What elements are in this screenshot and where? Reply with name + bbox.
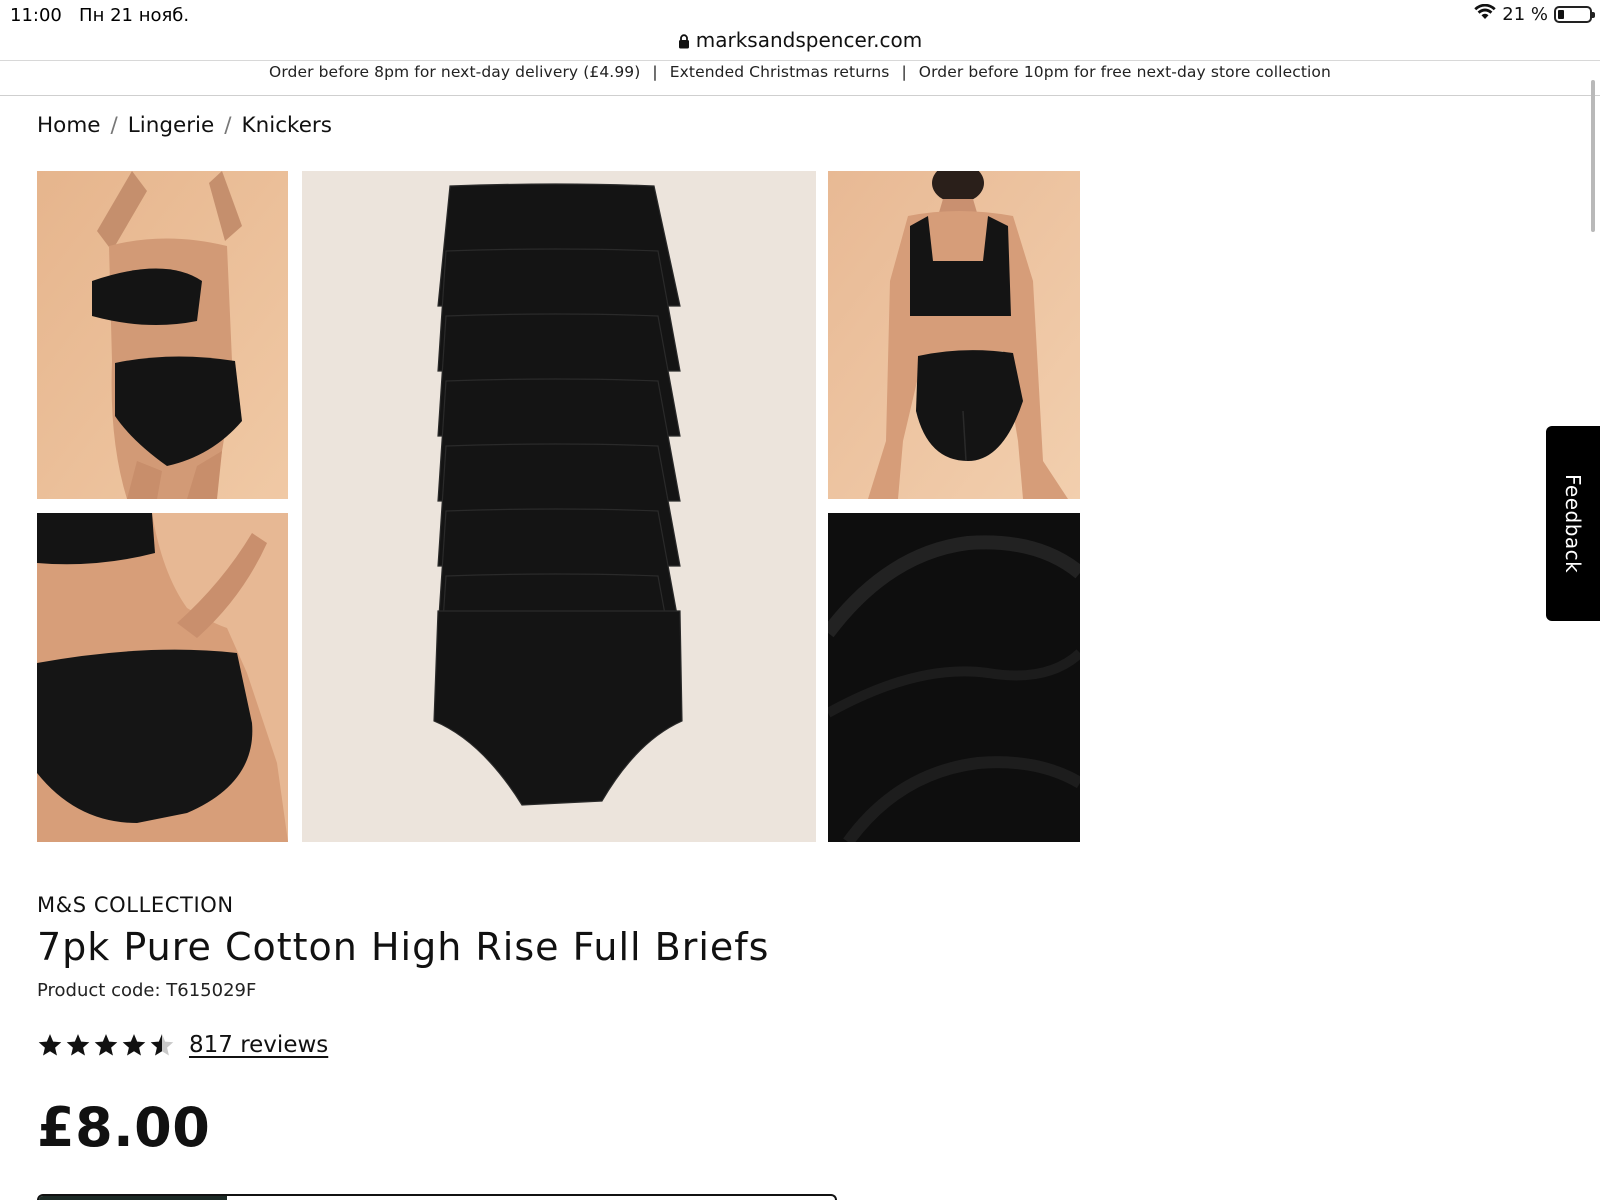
product-price: £8.00 (37, 1096, 211, 1159)
feedback-tab[interactable]: Feedback (1546, 426, 1600, 621)
product-code: Product code: T615029F (37, 980, 257, 1001)
fabric-closeup-photo[interactable] (828, 513, 1080, 842)
breadcrumb-knickers[interactable]: Knickers (242, 113, 332, 138)
reviews-link[interactable]: 817 reviews (189, 1032, 328, 1058)
promo-banner: Order before 8pm for next-day delivery (… (0, 60, 1600, 96)
wifi-icon (1474, 3, 1496, 25)
star-icon (122, 1034, 146, 1056)
breadcrumb-lingerie[interactable]: Lingerie (128, 113, 215, 138)
status-time: 11:00 Пн 21 нояб. (10, 5, 189, 26)
star-icon (66, 1034, 90, 1056)
breadcrumb: Home / Lingerie / Knickers (37, 113, 332, 138)
battery-icon (1554, 6, 1595, 23)
star-icon (150, 1034, 174, 1056)
promo-delivery[interactable]: Order before 8pm for next-day delivery (… (269, 63, 640, 81)
promo-separator: | (652, 63, 658, 81)
breadcrumb-separator: / (224, 113, 232, 138)
promo-returns[interactable]: Extended Christmas returns (670, 63, 890, 81)
battery-percent: 21 % (1502, 4, 1548, 25)
model-side-closeup-photo[interactable] (37, 513, 288, 842)
lock-icon (678, 30, 690, 54)
seven-pack-flatlay-photo[interactable] (302, 171, 816, 842)
product-gallery (37, 171, 1081, 842)
size-selector-edge[interactable] (37, 1194, 837, 1200)
address-bar[interactable]: marksandspencer.com (0, 28, 1600, 54)
promo-separator: | (901, 63, 907, 81)
page-scrollbar[interactable] (1591, 80, 1595, 232)
status-date: Пн 21 нояб. (79, 5, 190, 26)
model-back-photo[interactable] (828, 171, 1080, 499)
promo-collection[interactable]: Order before 10pm for free next-day stor… (919, 63, 1331, 81)
star-icon (94, 1034, 118, 1056)
status-clock: 11:00 (10, 5, 62, 26)
breadcrumb-home[interactable]: Home (37, 113, 101, 138)
status-indicators: 21 % (1474, 3, 1595, 25)
star-rating (37, 1032, 175, 1058)
status-bar: 11:00 Пн 21 нояб. 21 % (0, 0, 1600, 30)
model-front-photo[interactable] (37, 171, 288, 499)
star-icon (38, 1034, 62, 1056)
product-rating: 817 reviews (37, 1032, 328, 1058)
product-title: 7pk Pure Cotton High Rise Full Briefs (37, 925, 770, 969)
breadcrumb-separator: / (110, 113, 118, 138)
feedback-label: Feedback (1561, 473, 1585, 574)
product-brand[interactable]: M&S COLLECTION (37, 893, 234, 917)
url-text: marksandspencer.com (695, 28, 923, 52)
